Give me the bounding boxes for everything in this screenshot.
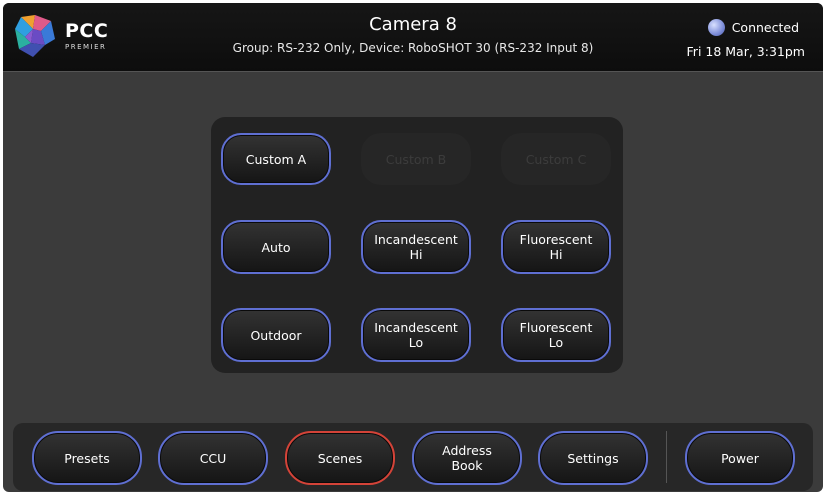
scene-fluorescent-hi-button[interactable]: Fluorescent Hi	[501, 220, 611, 274]
app-window: PCC PREMIER Camera 8 Group: RS-232 Only,…	[3, 3, 823, 492]
page-title: Camera 8	[369, 14, 457, 35]
connection-status-label: Connected	[731, 20, 799, 35]
nav-divider	[666, 431, 667, 483]
nav-address-book-button[interactable]: Address Book	[412, 431, 522, 485]
nav-settings-button[interactable]: Settings	[538, 431, 648, 485]
scene-incandescent-hi-button[interactable]: Incandescent Hi	[361, 220, 471, 274]
scene-custom-b-button: Custom B	[361, 133, 471, 185]
scene-fluorescent-lo-button[interactable]: Fluorescent Lo	[501, 308, 611, 362]
scene-outdoor-button[interactable]: Outdoor	[221, 308, 331, 362]
scene-custom-c-button: Custom C	[501, 133, 611, 185]
connection-status: Connected	[707, 19, 799, 36]
header: PCC PREMIER Camera 8 Group: RS-232 Only,…	[3, 3, 823, 72]
connection-status-icon	[707, 19, 725, 36]
scene-incandescent-lo-button[interactable]: Incandescent Lo	[361, 308, 471, 362]
scene-custom-a-button[interactable]: Custom A	[221, 133, 331, 185]
nav-power-button[interactable]: Power	[685, 431, 795, 485]
nav-ccu-button[interactable]: CCU	[158, 431, 268, 485]
scene-auto-button[interactable]: Auto	[221, 220, 331, 274]
nav-scenes-button[interactable]: Scenes	[285, 431, 395, 485]
nav-presets-button[interactable]: Presets	[32, 431, 142, 485]
date-time: Fri 18 Mar, 3:31pm	[686, 44, 805, 59]
